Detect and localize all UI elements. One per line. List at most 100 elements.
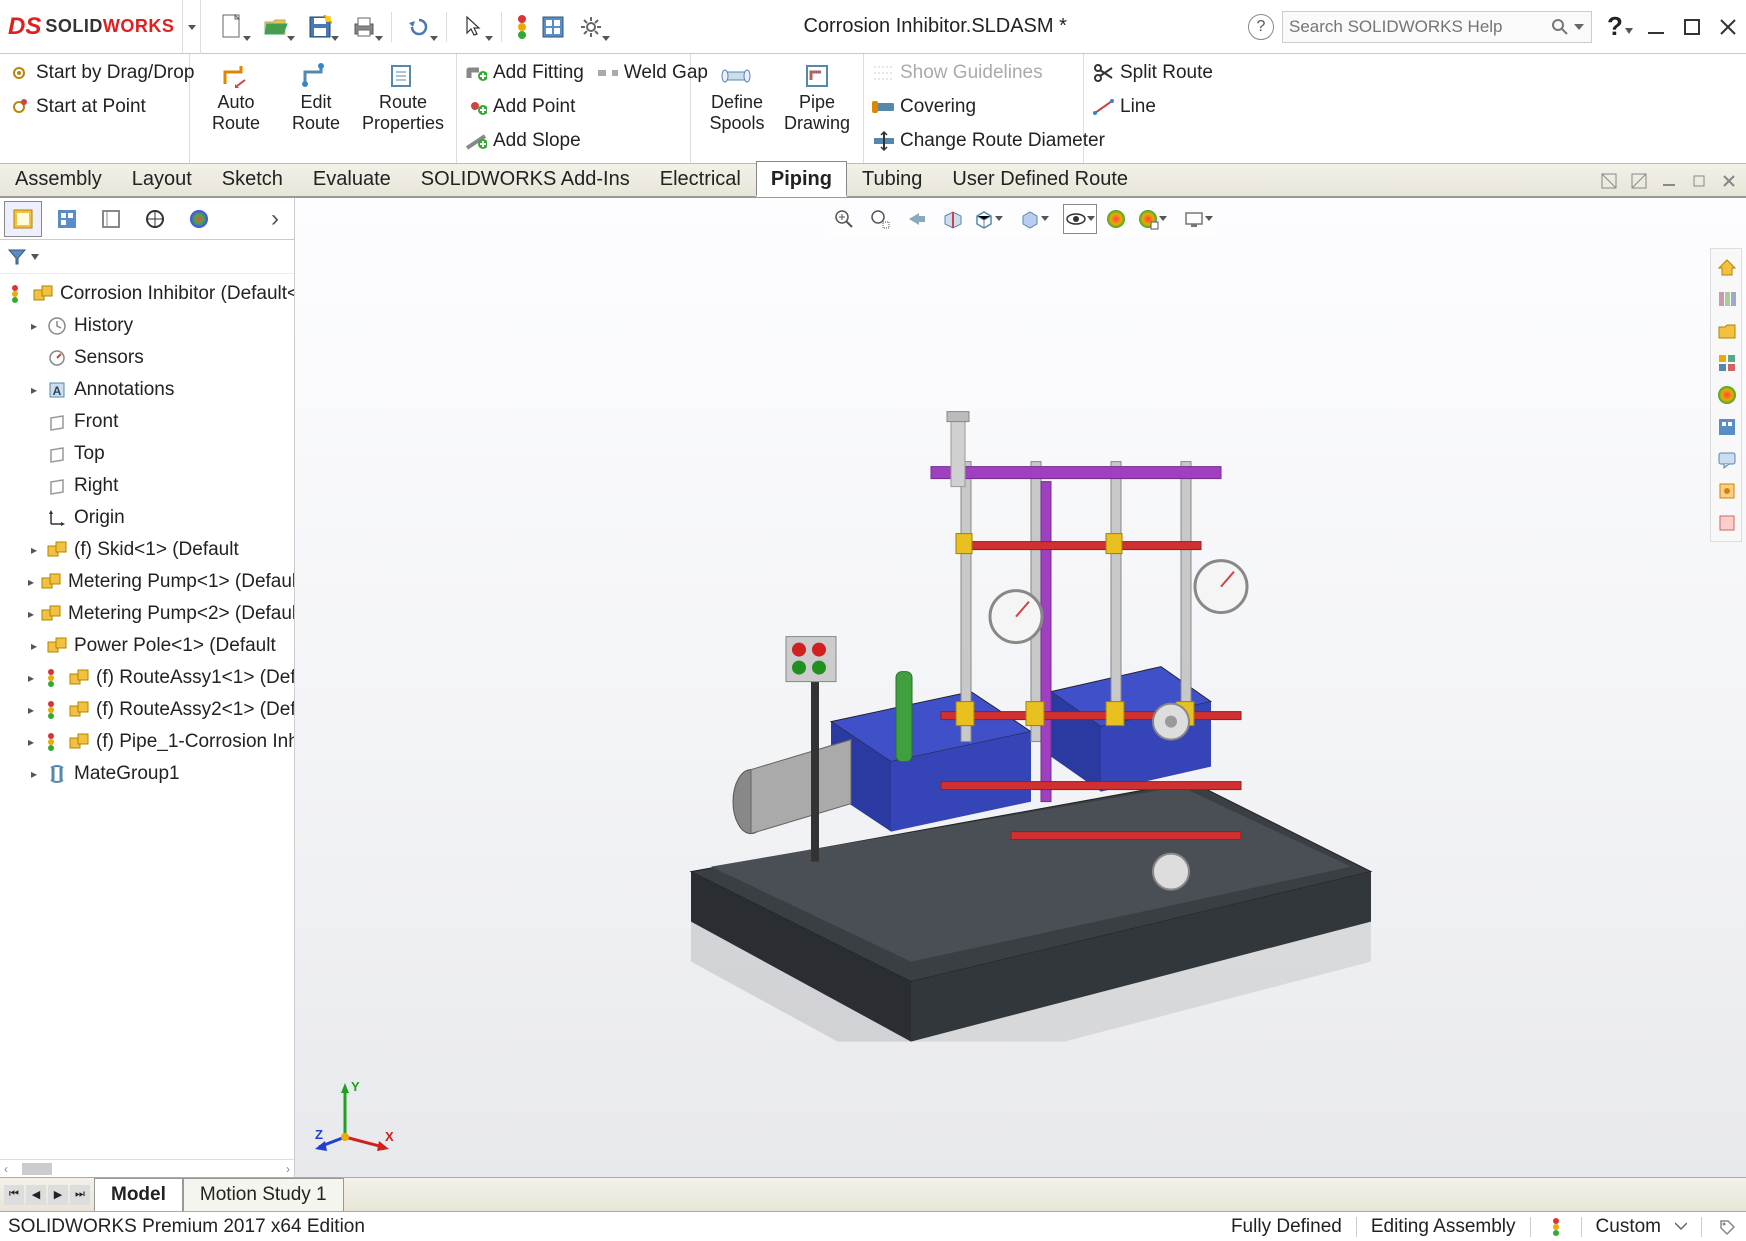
anim-prev-button[interactable]: ◀	[26, 1185, 46, 1205]
search-icon[interactable]	[1551, 18, 1569, 36]
add-fitting-button[interactable]: Add Fitting Weld Gap	[465, 56, 682, 90]
tab-assembly[interactable]: Assembly	[0, 161, 117, 197]
search-dropdown-icon[interactable]	[1573, 21, 1585, 33]
new-button[interactable]	[211, 9, 253, 45]
tab-minimize-icon[interactable]	[1656, 168, 1682, 194]
appearances-button[interactable]	[1713, 381, 1741, 409]
pipe-drawing-button[interactable]: Pipe Drawing	[779, 56, 855, 161]
tree-mategroup[interactable]: ▸MateGroup1	[0, 758, 294, 790]
motion-study-tab[interactable]: Motion Study 1	[183, 1178, 344, 1211]
tree-item[interactable]: ▸(f) Pipe_1-Corrosion Inhibito	[0, 726, 294, 758]
start-by-drag-drop-button[interactable]: Start by Drag/Drop	[8, 56, 181, 90]
custom-properties-button[interactable]	[1713, 413, 1741, 441]
units-dropdown-icon[interactable]	[1675, 1221, 1687, 1233]
menubar-dropdown[interactable]	[183, 0, 201, 54]
home-button[interactable]	[1713, 253, 1741, 281]
define-spools-button[interactable]: Define Spools	[699, 56, 775, 161]
view-orientation-button[interactable]	[971, 204, 1005, 234]
section-view-button[interactable]	[935, 204, 969, 234]
file-explorer-button[interactable]	[1713, 317, 1741, 345]
anim-end-button[interactable]: ⏭	[70, 1185, 90, 1205]
change-route-diameter-button[interactable]: Change Route Diameter	[872, 124, 1075, 158]
feature-tree[interactable]: Corrosion Inhibitor (Default<Dis ▸Histor…	[0, 274, 294, 1159]
tab-expand-left-icon[interactable]	[1596, 168, 1622, 194]
start-at-point-button[interactable]: Start at Point	[8, 90, 181, 124]
select-button[interactable]	[453, 9, 495, 45]
tree-origin[interactable]: Origin	[0, 502, 294, 534]
tree-item[interactable]: ▸Power Pole<1> (Default	[0, 630, 294, 662]
zoom-fit-button[interactable]	[827, 204, 861, 234]
tree-item[interactable]: ▸(f) RouteAssy1<1> (Default<	[0, 662, 294, 694]
tree-history[interactable]: ▸History	[0, 310, 294, 342]
save-button[interactable]	[299, 9, 341, 45]
tree-annotations[interactable]: ▸AAnnotations	[0, 374, 294, 406]
zoom-area-button[interactable]	[863, 204, 897, 234]
tab-layout[interactable]: Layout	[117, 161, 207, 197]
view-palette-button[interactable]	[1713, 349, 1741, 377]
maximize-button[interactable]	[1674, 9, 1710, 45]
rebuild-button[interactable]	[508, 9, 536, 45]
close-button[interactable]	[1710, 9, 1746, 45]
display-manager-tab[interactable]	[180, 201, 218, 237]
tab-expand-right-icon[interactable]	[1626, 168, 1652, 194]
hide-show-button[interactable]	[1063, 204, 1097, 234]
tree-plane-right[interactable]: Right	[0, 470, 294, 502]
status-rebuild-icon[interactable]	[1545, 1216, 1567, 1238]
tree-sensors[interactable]: Sensors	[0, 342, 294, 374]
minimize-button[interactable]	[1638, 9, 1674, 45]
add-point-button[interactable]: Add Point	[465, 90, 682, 124]
covering-button[interactable]: Covering	[872, 90, 1075, 124]
previous-view-button[interactable]	[899, 204, 933, 234]
filter-icon[interactable]	[6, 246, 28, 268]
options-button[interactable]	[538, 9, 568, 45]
tree-item[interactable]: ▸Metering Pump<2> (Default	[0, 598, 294, 630]
panel-overflow-button[interactable]: ›	[260, 205, 290, 233]
tree-item[interactable]: ▸(f) RouteAssy2<1> (Default<	[0, 694, 294, 726]
help-hint-icon[interactable]: ?	[1248, 14, 1274, 40]
open-button[interactable]	[255, 9, 297, 45]
view-triad[interactable]: Y X Z	[315, 1077, 395, 1157]
undo-button[interactable]	[398, 9, 440, 45]
status-tag-icon[interactable]	[1716, 1216, 1738, 1238]
tab-evaluate[interactable]: Evaluate	[298, 161, 406, 197]
dimxpert-manager-tab[interactable]	[136, 201, 174, 237]
tab-restore-icon[interactable]	[1686, 168, 1712, 194]
tab-tubing[interactable]: Tubing	[847, 161, 937, 197]
auto-route-button[interactable]: Auto Route	[198, 56, 274, 137]
tree-plane-front[interactable]: Front	[0, 406, 294, 438]
add-slope-button[interactable]: Add Slope	[465, 124, 682, 158]
feature-manager-tab[interactable]	[4, 201, 42, 237]
tree-item[interactable]: ▸(f) Skid<1> (Default	[0, 534, 294, 566]
status-units[interactable]: Custom	[1596, 1216, 1661, 1238]
tree-plane-top[interactable]: Top	[0, 438, 294, 470]
print-button[interactable]	[343, 9, 385, 45]
configuration-manager-tab[interactable]	[92, 201, 130, 237]
tree-item[interactable]: ▸Metering Pump<1> (Default	[0, 566, 294, 598]
filter-dropdown-icon[interactable]	[30, 252, 40, 262]
addin-pane-button[interactable]	[1713, 477, 1741, 505]
model-tab[interactable]: Model	[94, 1178, 183, 1211]
animation-controls[interactable]: ⏮ ◀ ▶ ⏭	[0, 1185, 94, 1205]
property-manager-tab[interactable]	[48, 201, 86, 237]
search-input[interactable]	[1289, 17, 1551, 37]
tab-sketch[interactable]: Sketch	[207, 161, 298, 197]
view-settings-button[interactable]	[1181, 204, 1215, 234]
graphics-viewport[interactable]: Y X Z	[295, 198, 1746, 1177]
line-button[interactable]: Line	[1092, 90, 1236, 124]
anim-next-button[interactable]: ▶	[48, 1185, 68, 1205]
edit-route-button[interactable]: Edit Route	[278, 56, 354, 137]
tab-piping[interactable]: Piping	[756, 161, 847, 197]
help-button[interactable]: ?	[1602, 9, 1638, 45]
anim-rewind-button[interactable]: ⏮	[4, 1185, 24, 1205]
tree-root[interactable]: Corrosion Inhibitor (Default<Dis	[0, 278, 294, 310]
forum-button[interactable]	[1713, 445, 1741, 473]
tab-user-defined-route[interactable]: User Defined Route	[937, 161, 1143, 197]
display-style-button[interactable]	[1017, 204, 1051, 234]
split-route-button[interactable]: Split Route	[1092, 56, 1236, 90]
tab-solidworks-add-ins[interactable]: SOLIDWORKS Add-Ins	[406, 161, 645, 197]
addin-pane-2-button[interactable]	[1713, 509, 1741, 537]
design-library-button[interactable]	[1713, 285, 1741, 313]
tab-electrical[interactable]: Electrical	[645, 161, 756, 197]
settings-button[interactable]	[570, 9, 612, 45]
tab-close-icon[interactable]	[1716, 168, 1742, 194]
